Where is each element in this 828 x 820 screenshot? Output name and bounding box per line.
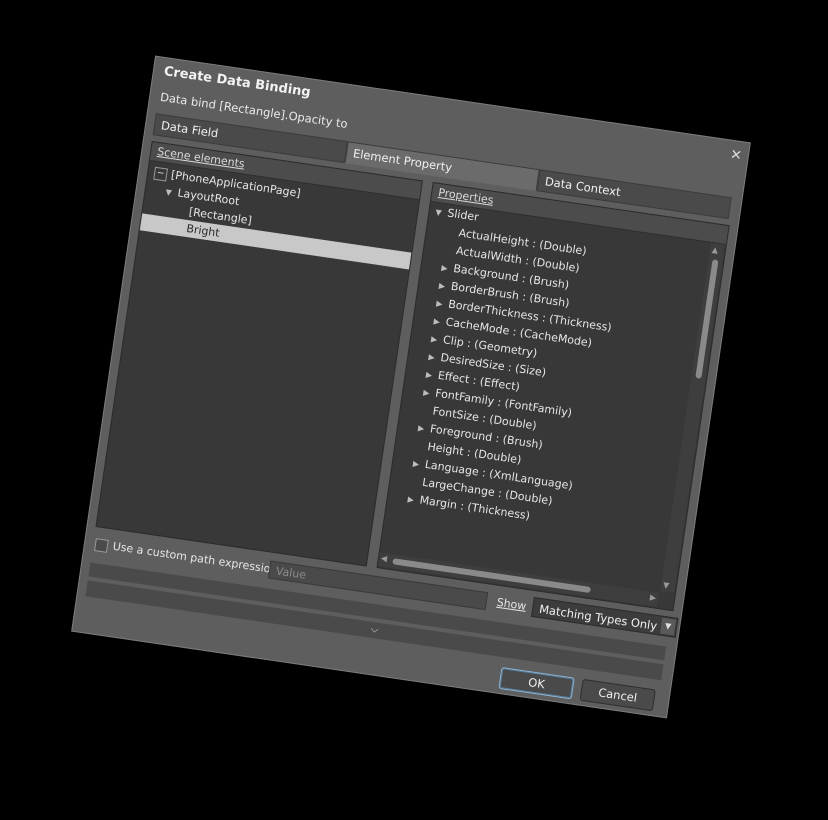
scene-tree-item-label: Bright xyxy=(185,222,221,240)
scene-elements-panel: Scene elements − [PhoneApplicationPage] ▼ L… xyxy=(95,141,423,567)
ok-button[interactable]: OK xyxy=(498,667,575,700)
show-label: Show xyxy=(495,595,528,613)
caret-spacer xyxy=(410,484,422,486)
show-filter-value: Matching Types Only xyxy=(538,601,659,633)
scroll-up-icon[interactable]: ▲ xyxy=(711,245,718,255)
chevron-down-icon[interactable]: ▼ xyxy=(660,617,677,636)
caret-spacer xyxy=(174,230,186,232)
caret-spacer xyxy=(420,413,432,415)
close-icon[interactable]: ✕ xyxy=(729,147,743,165)
create-data-binding-dialog: Create Data Binding ✕ Data bind [Rectang… xyxy=(71,55,751,719)
properties-tree: ▼ Slider ActualHeight : (Double) ActualWidt… xyxy=(380,202,710,591)
caret-spacer xyxy=(177,213,189,215)
caret-spacer xyxy=(446,235,458,237)
custom-path-checkbox[interactable] xyxy=(94,537,109,553)
caret-spacer xyxy=(444,252,456,254)
screen: Create Data Binding ✕ Data bind [Rectang… xyxy=(0,0,828,820)
scroll-down-icon[interactable]: ▼ xyxy=(662,581,669,591)
scroll-right-icon[interactable]: ▶ xyxy=(649,593,656,603)
property-item-label: Slider xyxy=(446,206,480,224)
properties-panel: Properties ▼ Slider ActualHeight : (Double… xyxy=(376,182,730,612)
scroll-left-icon[interactable]: ◀ xyxy=(380,554,387,564)
cancel-button[interactable]: Cancel xyxy=(579,678,656,712)
collapse-toggle-icon[interactable]: − xyxy=(153,166,169,182)
caret-spacer xyxy=(415,448,427,450)
